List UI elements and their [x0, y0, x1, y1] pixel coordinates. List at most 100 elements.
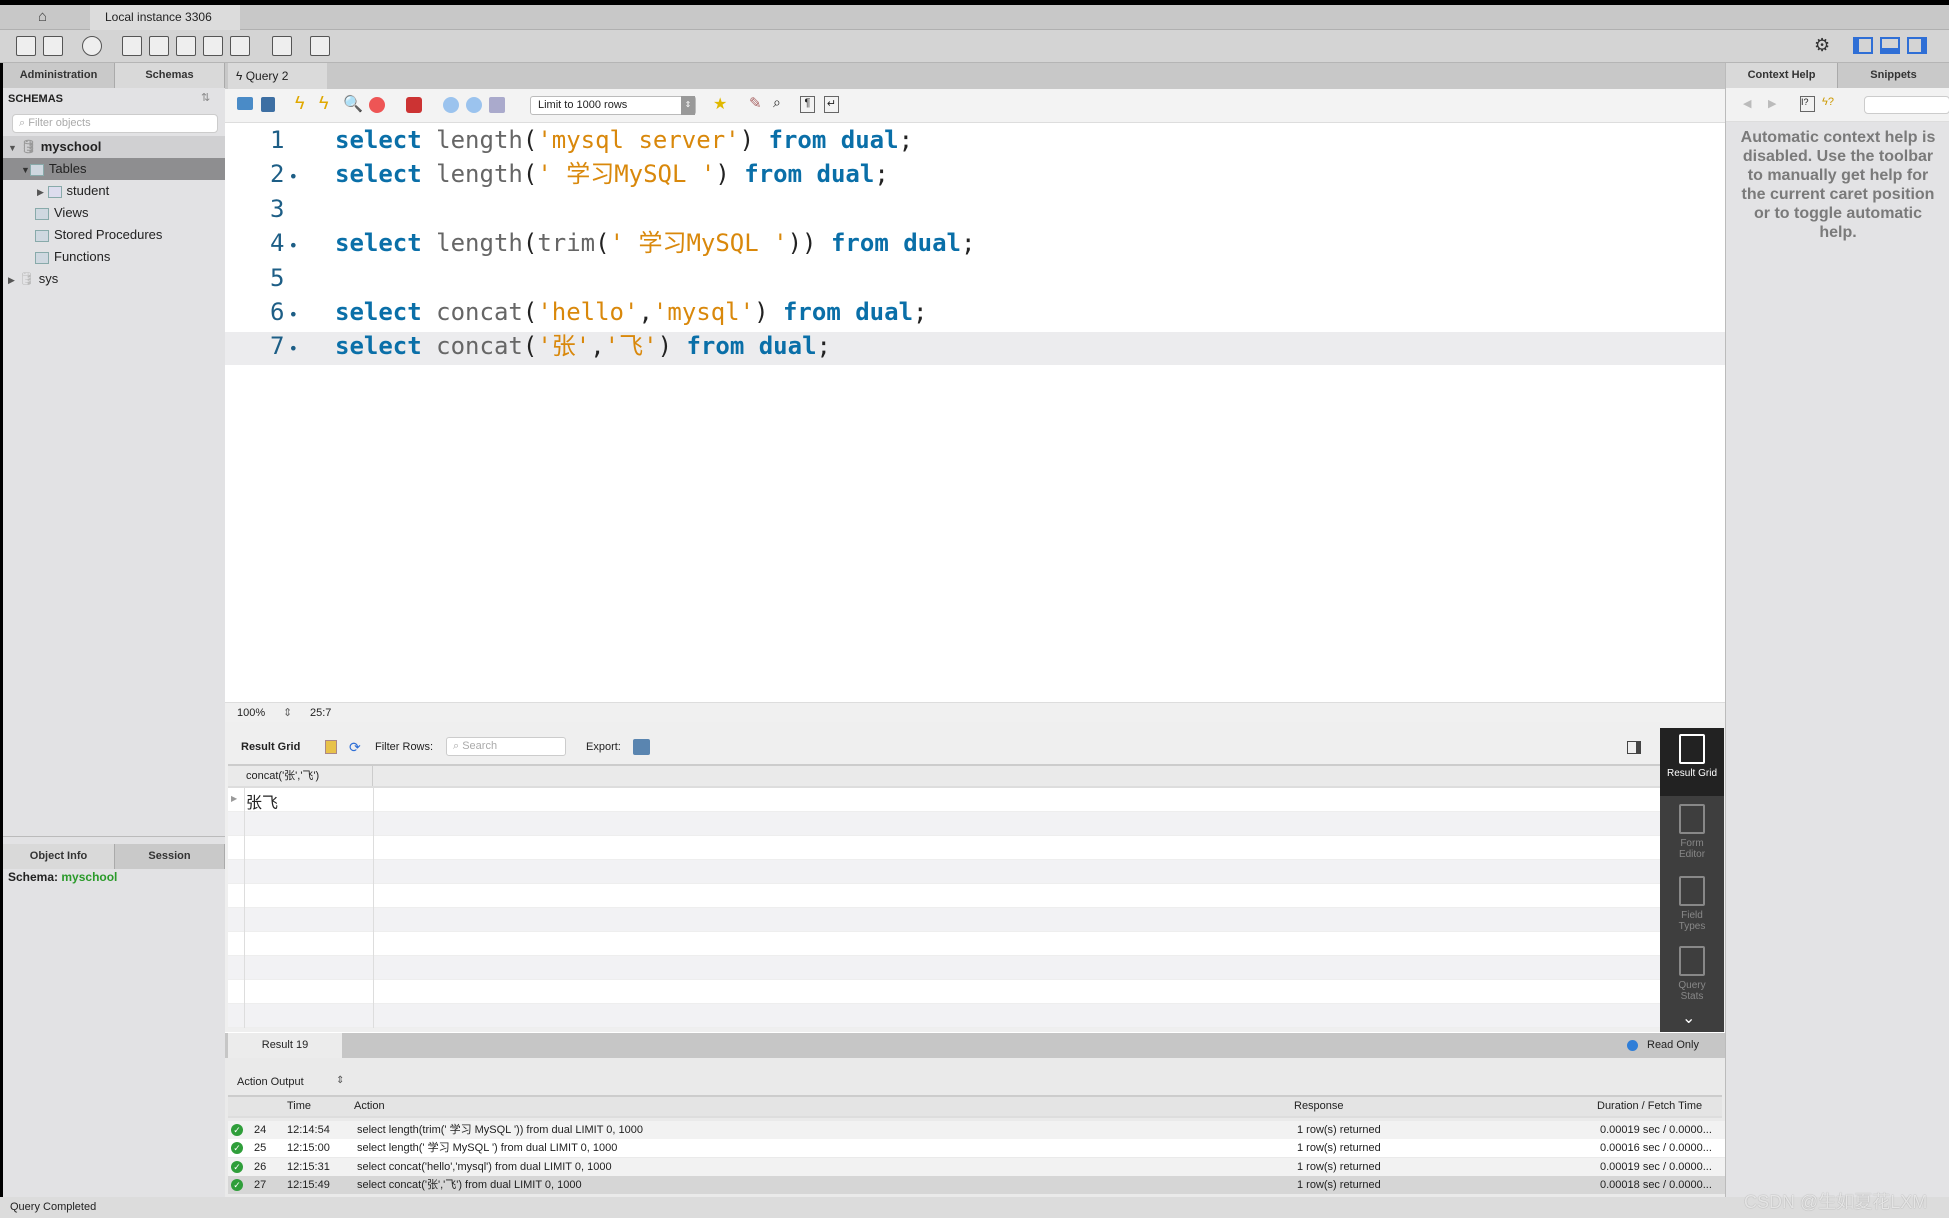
expand-arrow-icon[interactable]: ▶	[37, 187, 44, 197]
chevron-down-icon[interactable]: ⌄	[1682, 1008, 1695, 1028]
stop-icon[interactable]	[369, 97, 385, 113]
tab-result-19[interactable]: Result 19	[228, 1033, 342, 1058]
code-line[interactable]: select length(' 学习MySQL ') from dual;	[335, 157, 889, 191]
tree-item-tables[interactable]: ▼ Tables	[3, 158, 225, 180]
create-table-icon[interactable]	[149, 36, 169, 56]
create-function-icon[interactable]	[230, 36, 250, 56]
new-sql-tab-icon[interactable]	[16, 36, 36, 56]
reconnect-icon[interactable]	[310, 36, 330, 56]
tab-snippets[interactable]: Snippets	[1838, 63, 1949, 88]
tab-object-info[interactable]: Object Info	[3, 844, 115, 869]
code-line[interactable]: select length('mysql server') from dual;	[335, 123, 913, 157]
toggle-sidebar-icon[interactable]	[1853, 37, 1873, 54]
tree-item-views[interactable]: Views	[3, 202, 225, 224]
expand-arrow-icon[interactable]: ▶	[8, 275, 15, 285]
tree-item-sys[interactable]: ▶ 🛢 sys	[3, 268, 225, 290]
tree-item-student[interactable]: ▶ student	[3, 180, 225, 202]
limit-rows-select[interactable]: Limit to 1000 rows ⇕	[530, 96, 696, 115]
expand-arrow-icon[interactable]: ▼	[21, 165, 30, 175]
header-response[interactable]: Response	[1294, 1097, 1344, 1116]
create-procedure-icon[interactable]	[203, 36, 223, 56]
code-token: ' 学习MySQL '	[537, 160, 716, 189]
forward-icon[interactable]: ▶	[1768, 97, 1776, 110]
expand-arrow-icon[interactable]: ▼	[8, 143, 17, 153]
toggle-error-icon[interactable]	[406, 97, 422, 113]
zoom-stepper-icon[interactable]: ⇕	[283, 703, 292, 723]
code-line[interactable]: select length(trim(' 学习MySQL ')) from du…	[335, 226, 975, 260]
filter-objects-input[interactable]: ⌕ Filter objects	[12, 114, 218, 133]
grid-row[interactable]: ▶ 张飞	[228, 788, 1660, 812]
tab-query-2[interactable]: ϟ Query 2	[228, 63, 327, 89]
grid-row[interactable]	[228, 812, 1660, 836]
grid-row[interactable]	[228, 956, 1660, 980]
cell-value[interactable]: 张飞	[246, 789, 278, 813]
toggle-output-icon[interactable]	[1880, 37, 1900, 54]
execute-icon[interactable]: ϟ	[295, 93, 305, 114]
open-file-icon[interactable]	[237, 97, 253, 110]
execute-current-icon[interactable]: ϟ	[319, 93, 329, 114]
back-icon[interactable]: ◀	[1743, 97, 1751, 110]
invisible-chars-icon[interactable]: ¶	[800, 96, 815, 113]
create-view-icon[interactable]	[176, 36, 196, 56]
tree-item-stored-procedures[interactable]: Stored Procedures	[3, 224, 225, 246]
open-sql-script-icon[interactable]	[43, 36, 63, 56]
tab-schemas[interactable]: Schemas	[115, 63, 225, 88]
output-row[interactable]: ✓ 25 12:15:00 select length(' 学习 MySQL ') f…	[228, 1139, 1725, 1158]
beautify-icon[interactable]: ✎	[749, 94, 762, 112]
panel-splitter[interactable]	[3, 836, 225, 844]
select-arrows-icon[interactable]: ⇕	[336, 1075, 344, 1086]
inspector-icon[interactable]	[82, 36, 102, 56]
toggle-secondary-sidebar-icon[interactable]	[1907, 37, 1927, 54]
query-stats-button[interactable]: Query Stats	[1660, 946, 1724, 1002]
export-icon[interactable]	[633, 739, 650, 755]
header-duration[interactable]: Duration / Fetch Time	[1597, 1097, 1702, 1116]
create-schema-icon[interactable]	[122, 36, 142, 56]
column-toggle-icon[interactable]	[325, 740, 337, 754]
autocommit-icon[interactable]	[489, 97, 505, 113]
toggle-panel-icon[interactable]	[1627, 741, 1641, 754]
output-row[interactable]: ✓ 26 12:15:31 select concat('hello','mysql'…	[228, 1157, 1725, 1176]
result-grid-button[interactable]: Result Grid	[1660, 728, 1724, 796]
zoom-level[interactable]: 100%	[237, 703, 265, 723]
save-icon[interactable]	[261, 97, 275, 112]
tab-context-help[interactable]: Context Help	[1726, 63, 1838, 88]
output-row[interactable]: ✓ 24 12:14:54 select length(trim(' 学习 MySQL…	[228, 1121, 1725, 1139]
home-icon[interactable]: ⌂	[38, 8, 47, 25]
column-header[interactable]: concat('张','飞')	[244, 766, 373, 786]
word-wrap-icon[interactable]: ↵	[824, 96, 839, 113]
output-row[interactable]: ✓ 27 12:15:49 select concat('张','飞') from d…	[228, 1175, 1725, 1194]
form-editor-button[interactable]: Form Editor	[1660, 804, 1724, 860]
code-line[interactable]: select concat('hello','mysql') from dual…	[335, 295, 927, 329]
settings-icon[interactable]: ⚙	[1814, 35, 1830, 56]
grid-row[interactable]	[228, 980, 1660, 1004]
tab-session[interactable]: Session	[115, 844, 225, 869]
rollback-icon[interactable]	[466, 97, 482, 113]
header-action[interactable]: Action	[354, 1097, 385, 1116]
query-tab-label: Query 2	[245, 69, 289, 83]
grid-row[interactable]	[228, 860, 1660, 884]
help-search-input[interactable]	[1864, 96, 1949, 114]
commit-icon[interactable]	[443, 97, 459, 113]
refresh-results-icon[interactable]: ⟳	[349, 730, 361, 764]
search-table-data-icon[interactable]	[272, 36, 292, 56]
grid-row[interactable]	[228, 1004, 1660, 1028]
grid-row[interactable]	[228, 932, 1660, 956]
code-line[interactable]: select concat('张','飞') from dual;	[335, 329, 831, 363]
add-snippet-icon[interactable]: ★	[713, 94, 727, 114]
grid-row[interactable]	[228, 836, 1660, 860]
grid-row[interactable]	[228, 908, 1660, 932]
grid-row[interactable]	[228, 884, 1660, 908]
filter-rows-input[interactable]: ⌕ Search	[446, 737, 566, 756]
field-types-button[interactable]: Field Types	[1660, 876, 1724, 932]
manual-help-icon[interactable]: I?	[1800, 96, 1815, 112]
header-time[interactable]: Time	[287, 1097, 311, 1116]
refresh-icon[interactable]: ⇅	[201, 91, 210, 104]
tree-item-functions[interactable]: Functions	[3, 246, 225, 268]
output-type-select[interactable]: Action Output	[237, 1076, 304, 1088]
find-icon[interactable]: ⌕	[773, 94, 781, 111]
tab-local-instance[interactable]: Local instance 3306	[90, 5, 240, 30]
auto-help-icon[interactable]: ϟ?	[1822, 96, 1834, 108]
tab-administration[interactable]: Administration	[3, 63, 115, 88]
tree-item-myschool[interactable]: ▼ 🛢 myschool	[3, 136, 225, 158]
explain-icon[interactable]: 🔍	[343, 94, 363, 114]
